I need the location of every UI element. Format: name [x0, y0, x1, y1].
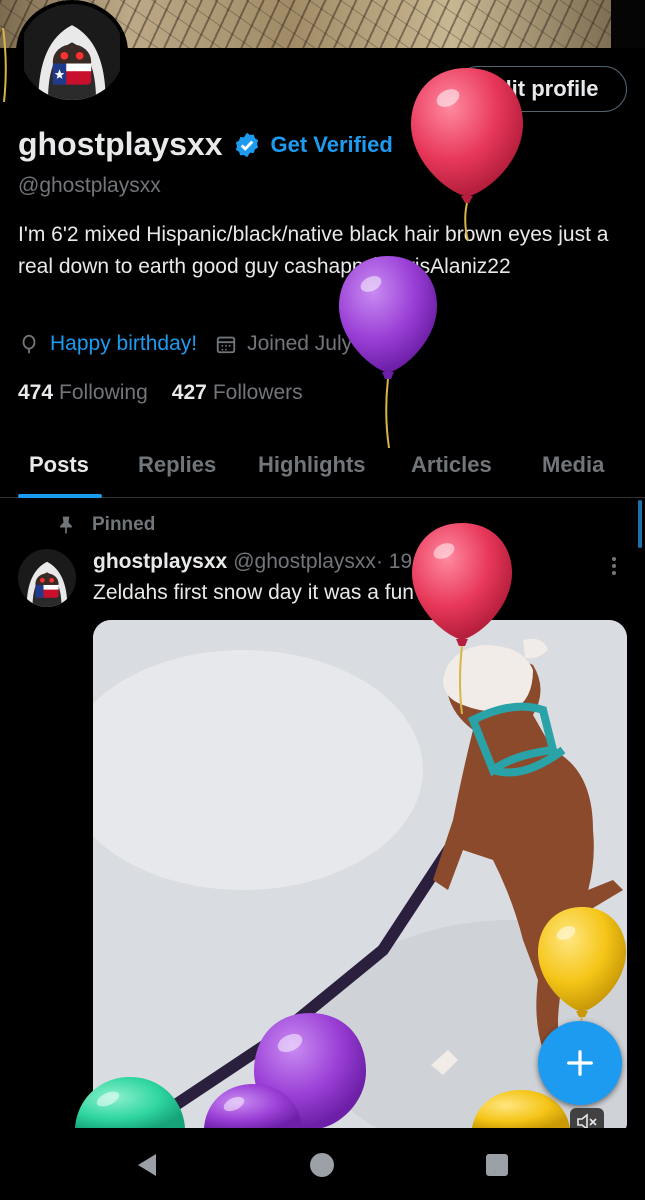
edit-profile-button[interactable]: Edit profile	[455, 66, 627, 112]
profile-bio: I'm 6'2 mixed Hispanic/black/native blac…	[18, 223, 609, 278]
back-triangle-icon[interactable]	[132, 1150, 162, 1180]
follow-stats: 474 Following 427 Followers	[18, 381, 303, 405]
profile-handle: @ghostplaysxx	[18, 174, 161, 197]
recents-square-icon[interactable]	[482, 1150, 512, 1180]
home-circle-icon[interactable]	[307, 1150, 337, 1180]
post-date[interactable]: · 19 Mar 21	[376, 550, 483, 574]
following-link[interactable]: 474 Following	[18, 381, 148, 405]
system-navigation-bar	[0, 1128, 645, 1200]
post-text: Zeldahs first snow day it was a fun day	[93, 581, 454, 604]
tab-highlights[interactable]: Highlights	[258, 452, 366, 478]
tab-media[interactable]: Media	[542, 452, 604, 478]
following-label: Following	[59, 381, 148, 404]
plus-icon	[567, 1050, 593, 1076]
post-author-avatar[interactable]	[18, 549, 76, 607]
profile-meta: Happy birthday! Joined July 2014	[18, 332, 405, 356]
more-vertical-icon[interactable]	[606, 556, 622, 576]
pinned-label-row: Pinned	[56, 514, 155, 536]
tab-posts[interactable]: Posts	[29, 452, 89, 478]
scroll-indicator	[638, 500, 642, 548]
birthday-label[interactable]: Happy birthday!	[50, 332, 197, 356]
profile-tabs: Posts Replies Highlights Articles Media	[0, 440, 645, 498]
profile-avatar[interactable]	[16, 0, 128, 104]
balloon-icon	[22, 334, 36, 354]
avatar-image	[18, 549, 76, 607]
post-header: ghostplaysxx @ghostplaysxx · 19 Mar 21	[93, 550, 483, 574]
followers-label: Followers	[212, 381, 303, 404]
pinned-label: Pinned	[92, 514, 156, 535]
tab-articles[interactable]: Articles	[411, 452, 492, 478]
compose-post-button[interactable]	[538, 1021, 622, 1105]
pin-icon	[60, 516, 72, 534]
verified-badge-icon[interactable]	[233, 131, 261, 159]
post-author-name[interactable]: ghostplaysxx	[93, 550, 227, 574]
name-row: ghostplaysxx Get Verified	[18, 126, 393, 163]
active-tab-indicator	[18, 494, 102, 498]
avatar-image	[24, 4, 120, 100]
followers-link[interactable]: 427 Followers	[172, 381, 303, 405]
joined-date: Joined July 2014	[247, 332, 405, 355]
calendar-icon	[216, 336, 236, 354]
tab-replies[interactable]: Replies	[138, 452, 216, 478]
display-name: ghostplaysxx	[18, 126, 223, 162]
following-count: 474	[18, 381, 54, 404]
post-author-handle[interactable]: @ghostplaysxx	[233, 550, 376, 574]
followers-count: 427	[171, 381, 207, 404]
get-verified-link[interactable]: Get Verified	[271, 132, 393, 158]
